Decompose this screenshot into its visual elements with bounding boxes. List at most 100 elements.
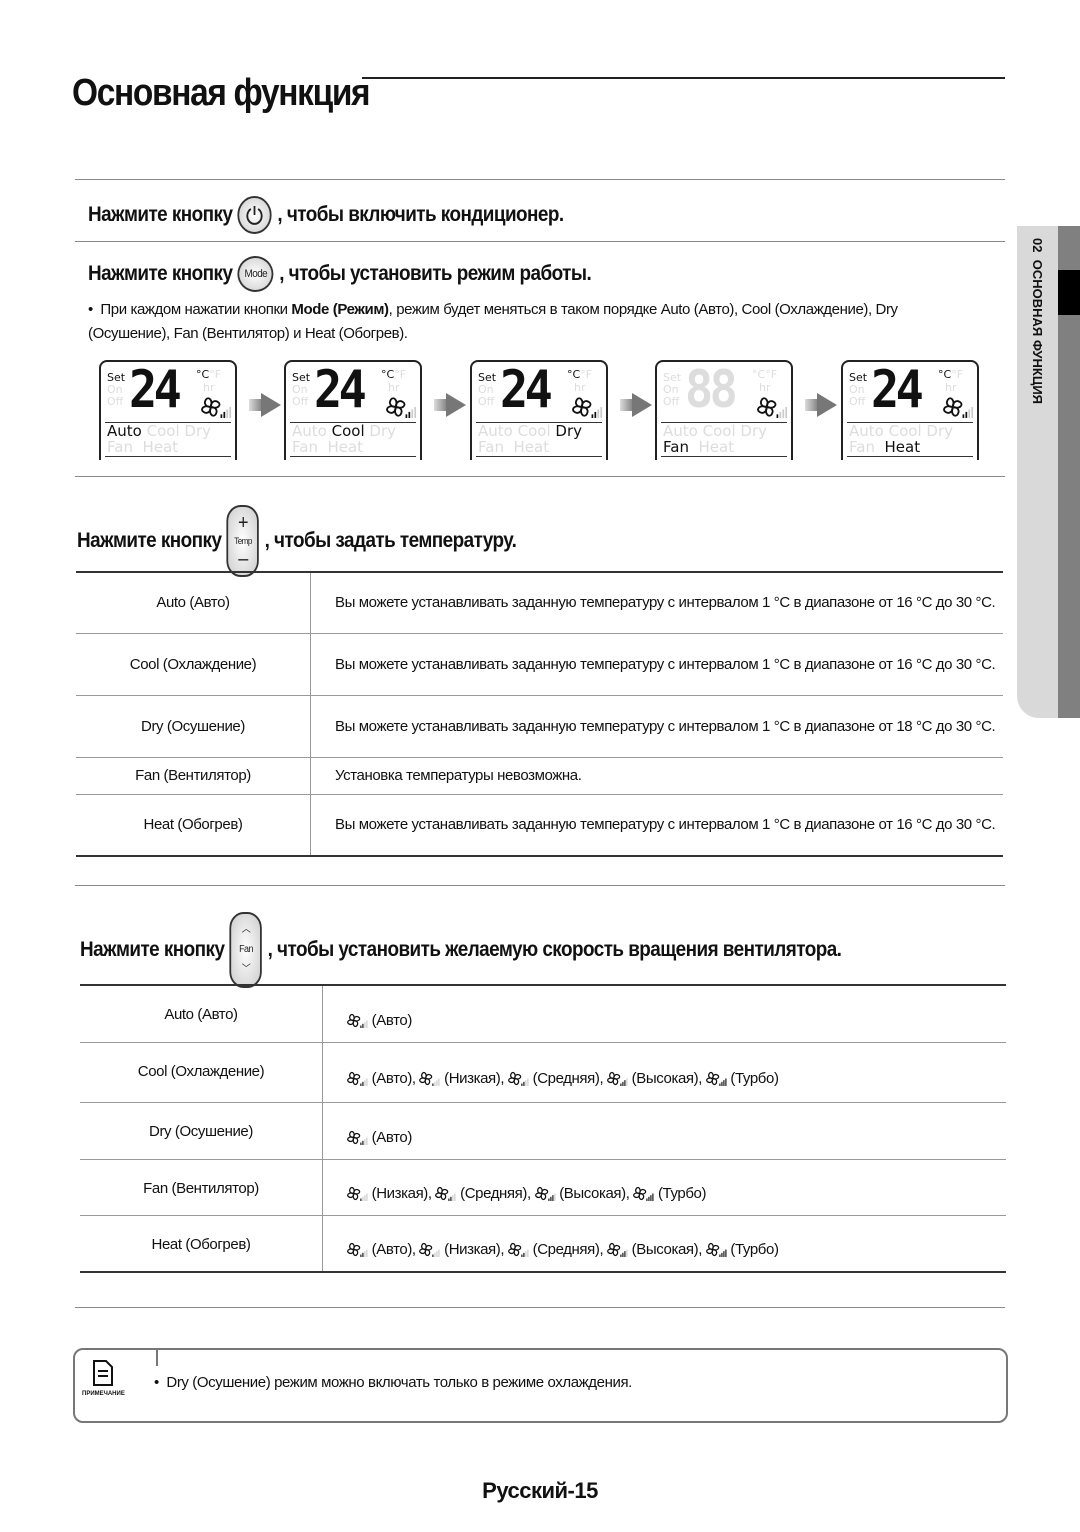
page-title: Основная функция: [72, 72, 371, 114]
mode-cell: Dry (Осушение): [76, 695, 311, 758]
mode-cell: Cool (Охлаждение): [80, 1042, 323, 1103]
fan-high-icon: [534, 1186, 556, 1201]
lcd-unit: °C°F hr: [196, 368, 222, 394]
lcd-onoff: On Off: [663, 383, 680, 408]
arrow-tail: [620, 399, 632, 411]
lcd-onoff: On Off: [292, 383, 309, 408]
speed-label: (Авто),: [371, 1070, 416, 1087]
arrow-tail: [805, 399, 817, 411]
lcd-mode-row2: Fan Heat: [663, 438, 735, 456]
lcd-unit: °C°F hr: [938, 368, 964, 394]
table-row: Fan (Вентилятор) Установка температуры не…: [76, 757, 1003, 795]
fan-auto-icon: [347, 1013, 368, 1028]
speeds-cell: (Авто), (Низкая), (Средняя), (Высокая), …: [323, 1215, 1007, 1272]
arrow-icon: [446, 393, 466, 417]
lcd-unit: °C°F hr: [567, 368, 593, 394]
lcd-mode-row2: Fan Heat: [107, 438, 179, 456]
mode-cell: Fan (Вентилятор): [76, 757, 311, 795]
speed-label: (Низкая),: [371, 1185, 432, 1202]
speed-label: (Высокая),: [559, 1185, 630, 1202]
lcd-unit: °C°F hr: [752, 368, 778, 394]
lcd-panel-dry: Set On Off 24 °C°F hr Auto Cool Dry Fan He…: [470, 360, 608, 460]
speeds-cell: (Авто), (Низкая), (Средняя), (Высокая), …: [322, 1042, 1006, 1103]
divider: [75, 885, 1005, 886]
lcd-onoff: On Off: [107, 383, 124, 408]
speed-label: (Средняя),: [460, 1185, 531, 1202]
description-cell: Вы можете устанавливать заданную темпера…: [310, 695, 1003, 758]
temp-button: + Temp –: [226, 505, 260, 577]
speed-label: (Турбо): [730, 1241, 779, 1259]
speeds-cell: (Авто): [322, 985, 1006, 1043]
lcd-unit: °C°F hr: [381, 368, 407, 394]
title-rule: [362, 77, 1005, 79]
table-row: Dry (Осушение) (Авто): [80, 1102, 1006, 1160]
fan-auto-icon: [943, 397, 974, 418]
mode-button: Mode: [237, 256, 274, 292]
fan-button: ︿ Fan ﹀: [229, 912, 263, 988]
chevron-up-icon: ︿: [241, 924, 251, 935]
table-row: Cool (Охлаждение) (Авто), (Низкая), (Сред…: [80, 1042, 1006, 1103]
table-row: Heat (Обогрев) (Авто), (Низкая), (Средняя…: [80, 1215, 1006, 1272]
description-cell: Установка температуры невозможна.: [310, 757, 1003, 795]
fan-low-icon: [419, 1071, 440, 1086]
lcd-onoff: On Off: [478, 383, 495, 408]
speed-label: (Средняя),: [532, 1241, 604, 1259]
speeds-cell: (Низкая), (Средняя), (Высокая), (Турбо): [322, 1159, 1006, 1216]
lcd-mode-row2: Fan Heat: [849, 438, 921, 456]
step-temp-heading: Нажмите кнопку + Temp – , чтобы задать тем…: [77, 505, 517, 577]
fan-low-icon: [347, 1186, 368, 1201]
divider: [75, 241, 1005, 242]
mode-cell: Auto (Авто): [76, 572, 311, 634]
fan-high-icon: [607, 1243, 628, 1258]
mode-bullet: • При каждом нажатии кнопки Mode (Режим)…: [88, 301, 898, 342]
mode-cell: Fan (Вентилятор): [80, 1159, 323, 1216]
fan-auto-icon: [572, 397, 603, 418]
mode-cell: Cool (Охлаждение): [76, 633, 311, 696]
speed-label: (Средняя),: [532, 1070, 604, 1087]
fan-auto-icon: [347, 1130, 368, 1145]
table-row: Dry (Осушение) Вы можете устанавливать за…: [76, 695, 1003, 758]
manual-page: Основная функция 02 ОСНОВНАЯ ФУНКЦИЯ Наж…: [0, 0, 1080, 1532]
speed-label: (Турбо): [730, 1070, 779, 1087]
fan-low-icon: [757, 397, 788, 418]
fan-auto-icon: [201, 397, 232, 418]
speed-label: (Авто): [371, 1128, 413, 1146]
power-icon: [246, 206, 263, 225]
step-fan-heading: Нажмите кнопку ︿ Fan ﹀ , чтобы установить …: [80, 912, 842, 988]
lcd-temperature: 24: [871, 360, 924, 420]
fan-speed-table: Auto (Авто) (Авто) Cool (Охлаждение) (Авто)…: [80, 984, 1006, 1273]
fan-medium-icon: [435, 1186, 456, 1201]
divider: [75, 476, 1005, 477]
mode-cell: Heat (Обогрев): [76, 794, 311, 856]
fan-auto-icon: [347, 1243, 368, 1258]
description-cell: Вы можете устанавливать заданную темпера…: [335, 816, 996, 834]
note-text: • Dry (Осушение) режим можно включать то…: [154, 1374, 632, 1391]
chevron-down-icon: ﹀: [241, 964, 251, 975]
note-tick: [156, 1348, 158, 1366]
lcd-panel-fan: Set On Off 88 °C°F hr Auto Cool Dry Fan He…: [655, 360, 793, 460]
fan-auto-icon: [386, 397, 417, 418]
speed-label: (Авто): [371, 1011, 413, 1029]
plus-icon: +: [238, 512, 249, 534]
table-row: Cool (Охлаждение) Вы можете устанавливать…: [76, 633, 1003, 696]
mode-cell: Auto (Авто): [80, 985, 323, 1043]
description-cell: Вы можете устанавливать заданную темпера…: [310, 572, 1003, 634]
divider: [75, 179, 1005, 180]
lcd-temperature: 24: [500, 360, 553, 420]
table-row: Auto (Авто) Вы можете устанавливать задан…: [76, 572, 1003, 634]
speed-label: (Высокая),: [631, 1070, 703, 1087]
speeds-cell: (Авто): [322, 1102, 1006, 1160]
description-cell: Вы можете устанавливать заданную темпера…: [310, 633, 1003, 696]
step-mode-heading: Нажмите кнопку Mode , чтобы установить р…: [88, 256, 592, 292]
fan-medium-icon: [508, 1071, 529, 1086]
lcd-mode-row2: Fan Heat: [292, 438, 364, 456]
speed-label: (Низкая),: [444, 1070, 505, 1087]
mode-cell: Heat (Обогрев): [80, 1215, 323, 1272]
note-icon: ПРИМЕЧАНИЕ: [82, 1360, 125, 1397]
lcd-temperature: 24: [129, 360, 182, 420]
fan-high-icon: [607, 1071, 628, 1086]
arrow-icon: [817, 393, 837, 417]
fan-medium-icon: [508, 1243, 529, 1258]
lcd-panel-auto: Set On Off 24 °C°F hr Auto Cool Dry Fan He…: [99, 360, 237, 460]
arrow-tail: [434, 399, 446, 411]
